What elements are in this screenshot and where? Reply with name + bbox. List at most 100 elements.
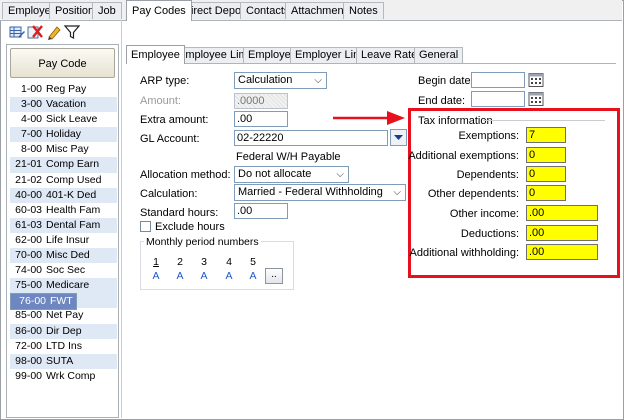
period-value[interactable]: A — [199, 270, 209, 282]
pay-code-number: 62-00 — [15, 233, 42, 246]
period-value[interactable]: A — [151, 270, 161, 282]
tab-pay-codes[interactable]: Pay Codes — [126, 0, 192, 21]
delete-icon[interactable] — [27, 24, 43, 40]
grid-edit-icon[interactable] — [9, 24, 25, 40]
calculation-value: Married - Federal Withholding — [238, 186, 383, 198]
exclude-hours-checkbox[interactable] — [140, 221, 151, 232]
pay-code-row[interactable]: 8-00 Misc Pay — [10, 142, 117, 157]
filter-icon[interactable] — [64, 24, 80, 40]
pay-code-row[interactable]: 99-00 Wrk Comp — [10, 369, 117, 384]
other-dependents-label: Other dependents: — [427, 188, 519, 200]
pay-code-row[interactable]: 60-03 Health Fam — [10, 203, 117, 218]
period-value[interactable]: A — [175, 270, 185, 282]
pay-code-name: Comp Used — [46, 173, 102, 186]
pay-code-row[interactable]: 76-00 FWT — [10, 293, 77, 311]
pay-code-name: Comp Earn — [46, 158, 100, 171]
pay-code-number: 86-00 — [15, 324, 42, 337]
pay-code-row[interactable]: 75-00 Medicare — [10, 278, 117, 294]
pay-code-row[interactable]: 85-00 Net Pay — [10, 308, 117, 323]
pay-code-number: 61-03 — [15, 218, 42, 231]
pay-code-number: 98-00 — [15, 354, 42, 367]
pay-code-row[interactable]: 40-00 401-K Ded — [10, 187, 117, 203]
panel-splitter[interactable] — [121, 20, 122, 418]
pay-code-number: 21-01 — [15, 158, 42, 171]
additional-exemptions-label: Additional exemptions: — [408, 150, 519, 162]
pay-code-name: Dir Dep — [46, 324, 82, 337]
pay-code-row[interactable]: 72-00 LTD Ins — [10, 339, 117, 354]
pay-code-header-button[interactable]: Pay Code — [10, 48, 115, 78]
pay-code-row[interactable]: 98-00 SUTA — [10, 353, 117, 369]
pay-code-panel: Pay Code 1-00 Reg Pay 3-00 Vacation 4-00 Sick… — [6, 44, 119, 418]
arp-type-label: ARP type: — [140, 75, 190, 87]
more-periods-button[interactable]: .. — [265, 268, 283, 284]
pay-code-row[interactable]: 74-00 Soc Sec — [10, 263, 117, 278]
subtab-employee[interactable]: Employee — [126, 45, 185, 64]
pay-code-row[interactable]: 3-00 Vacation — [10, 97, 117, 113]
tab-job[interactable]: Job — [92, 2, 122, 19]
pay-code-number: 74-00 — [15, 264, 42, 277]
pay-code-row[interactable]: 1-00 Reg Pay — [10, 82, 117, 97]
calculation-label: Calculation: — [140, 188, 198, 200]
other-dependents-field[interactable]: 0 — [526, 185, 566, 201]
gl-account-label: GL Account: — [140, 133, 200, 145]
allocation-method-select[interactable]: Do not allocate ⌵ — [234, 166, 349, 183]
gl-account-description: Federal W/H Payable — [236, 151, 341, 163]
pay-code-row[interactable]: 61-03 Dental Fam — [10, 217, 117, 233]
pay-code-row[interactable]: 4-00 Sick Leave — [10, 112, 117, 127]
pencil-icon[interactable] — [46, 24, 62, 40]
allocation-method-value: Do not allocate — [238, 168, 312, 180]
pay-code-row[interactable]: 62-00 Life Insur — [10, 233, 117, 248]
chevron-down-icon: ⌵ — [336, 169, 344, 180]
pay-code-row[interactable]: 70-00 Misc Ded — [10, 248, 117, 264]
period-number: 3 — [201, 256, 207, 268]
standard-hours-field[interactable]: .00 — [234, 203, 288, 219]
subtab-general[interactable]: General — [414, 47, 464, 63]
additional-withholding-field[interactable]: .00 — [526, 244, 598, 260]
other-income-field[interactable]: .00 — [526, 205, 598, 221]
pay-code-name: Sick Leave — [46, 113, 98, 126]
period-value[interactable]: A — [248, 270, 258, 282]
calendar-icon[interactable] — [528, 91, 544, 107]
pay-code-number: 21-02 — [15, 173, 42, 186]
pay-code-name: Vacation — [46, 98, 87, 111]
additional-exemptions-field[interactable]: 0 — [526, 147, 566, 163]
begin-date-field[interactable] — [471, 72, 525, 88]
pay-code-name: Dental Fam — [46, 218, 101, 231]
dependents-field[interactable]: 0 — [526, 166, 566, 182]
pay-code-name: SUTA — [46, 354, 74, 367]
pay-code-number: 72-00 — [15, 339, 42, 352]
pay-code-row[interactable]: 86-00 Dir Dep — [10, 323, 117, 339]
exemptions-field[interactable]: 7 — [526, 127, 566, 143]
pay-code-row[interactable]: 7-00 Holiday — [10, 127, 117, 143]
dependents-label: Dependents: — [456, 169, 519, 181]
pay-code-row[interactable]: 21-02 Comp Used — [10, 173, 117, 188]
calculation-select[interactable]: Married - Federal Withholding ⌵ — [234, 184, 406, 201]
extra-amount-field[interactable]: .00 — [234, 111, 288, 127]
arp-type-select[interactable]: Calculation ⌵ — [234, 72, 327, 89]
pay-code-number: 1-00 — [20, 83, 42, 95]
period-number: 5 — [250, 256, 256, 268]
other-income-label: Other income: — [449, 208, 519, 220]
end-date-field[interactable] — [471, 91, 525, 107]
period-number: 1 — [153, 256, 159, 268]
deductions-field[interactable]: .00 — [526, 225, 598, 241]
gl-account-field[interactable]: 02-22220 — [234, 130, 388, 146]
pay-code-number: 4-00 — [20, 113, 42, 126]
pay-code-name: Health Fam — [46, 203, 101, 216]
pay-code-number: 75-00 — [15, 279, 42, 292]
exclude-hours-label: Exclude hours — [155, 221, 225, 233]
calendar-icon[interactable] — [528, 72, 544, 88]
pay-code-row[interactable]: 21-01 Comp Earn — [10, 157, 117, 173]
pay-code-number: 76-00 — [19, 295, 46, 308]
pay-code-name: Reg Pay — [46, 83, 87, 95]
period-value[interactable]: A — [224, 270, 234, 282]
tax-info-title: Tax information — [418, 115, 493, 127]
period-number: 4 — [226, 256, 232, 268]
tab-notes[interactable]: Notes — [343, 2, 384, 19]
top-tab-bar: Employee Positions Job Pay Codes Direct … — [0, 0, 622, 21]
period-number: 2 — [177, 256, 183, 268]
pay-code-name: Holiday — [46, 128, 82, 141]
pay-code-number: 85-00 — [15, 309, 42, 322]
pay-code-number: 40-00 — [15, 188, 42, 201]
deductions-label: Deductions: — [460, 228, 519, 240]
